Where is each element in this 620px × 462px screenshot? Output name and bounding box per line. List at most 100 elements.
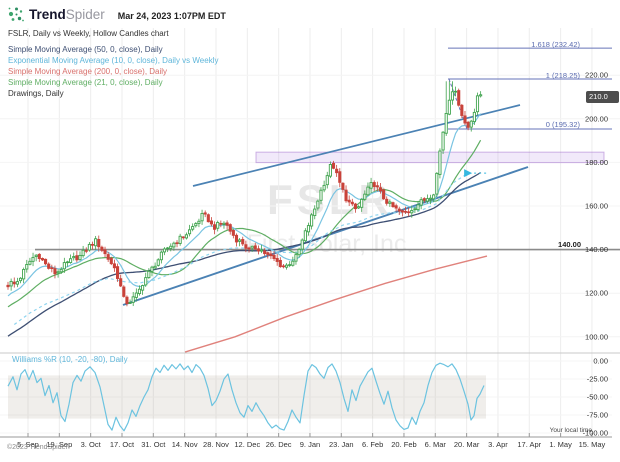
candle-body [267,253,269,255]
price-axis-label: 220.00 [585,71,608,80]
candle-body [383,190,385,199]
candle-body [123,287,125,296]
candle-body [339,172,341,183]
candle-body [461,105,463,115]
candle-body [145,278,147,285]
candle-body [26,264,28,269]
candle-body [336,169,338,172]
candle-body [226,223,228,225]
candle-body [276,258,278,261]
candle-body [320,190,322,200]
sma200-line [185,256,487,352]
wr-axis-label: -25.00 [587,375,608,384]
candle-body [364,194,366,199]
copyright: ©2023 TrendSpider [7,444,68,451]
fib-level-0-label: 0 (195.32) [546,120,580,129]
candle-body [167,248,169,249]
candle-body [408,212,410,213]
legend-sma21[interactable]: Simple Moving Average (21, 0, close), Da… [8,78,163,87]
trendspider-logo[interactable]: TrendSpider [29,7,105,22]
candle-body [376,186,378,187]
candle-body [411,210,413,212]
date-axis-label: 26. Dec [266,440,292,449]
candle-body [436,173,438,194]
candle-body [326,176,328,185]
wr-axis-label: 0.00 [593,357,608,366]
williams-r-legend[interactable]: Williams %R (10, -20, -80), Daily [12,355,128,364]
logo-spider: Spider [66,7,105,22]
candle-body [401,211,403,212]
candle-body [148,271,150,277]
candle-body [298,249,300,254]
legend-sma200[interactable]: Simple Moving Average (200, 0, close), D… [8,67,167,76]
candle-body [213,225,215,230]
candle-body [345,190,347,201]
candle-body [476,96,478,112]
candle-body [273,255,275,258]
candle-body [192,227,194,230]
candle-body [110,258,112,263]
candle-body [239,240,241,241]
candle-body [38,254,40,258]
candle-body [185,235,187,238]
legend-symbol[interactable]: FSLR, Daily vs Weekly, Hollow Candles ch… [8,29,169,38]
candle-body [329,164,331,176]
price-axis-label: 100.00 [585,332,608,341]
candle-body [120,279,122,286]
candle-body [173,243,175,247]
candle-body [51,268,53,269]
candle-body [251,246,253,248]
candle-body [379,188,381,191]
candle-body [217,222,219,228]
logo-trend: Trend [29,7,66,22]
candle-body [104,250,106,254]
candle-body [57,272,59,273]
candle-body [82,250,84,255]
price-axis-label: 180.00 [585,158,608,167]
candle-body [44,259,46,263]
date-axis-label: 23. Jan [329,440,354,449]
candle-body [357,207,359,208]
candle-body [195,224,197,226]
date-axis-label: 20. Mar [454,440,480,449]
wr-axis-label: -50.00 [587,393,608,402]
candle-body [223,223,225,224]
trendspider-logo-icon[interactable] [7,5,26,24]
candle-body [270,254,272,256]
candle-body [448,100,450,114]
candle-body [301,240,303,249]
candle-body [289,265,291,266]
date-axis-label: 3. Apr [488,440,508,449]
legend-sma50[interactable]: Simple Moving Average (50, 0, close), Da… [8,45,163,54]
candle-body [73,257,75,258]
candle-body [163,249,165,252]
candle-body [7,285,9,286]
candle-body [439,151,441,174]
candle-body [354,204,356,209]
candle-body [304,231,306,241]
candle-body [404,211,406,212]
price-axis-label: 200.00 [585,114,608,123]
candle-body [464,116,466,123]
candle-body [417,205,419,210]
candle-body [182,237,184,238]
channel-upper-trendline [193,105,520,186]
date-axis-label: 31. Oct [141,440,166,449]
candle-body [201,213,203,220]
candle-body [311,215,313,226]
legend-ema10[interactable]: Exponential Moving Average (10, 0, close… [8,56,218,65]
candle-body [426,199,428,201]
legend-drawings[interactable]: Drawings, Daily [8,89,64,98]
date-axis-label: 20. Feb [391,440,416,449]
candle-body [113,264,115,268]
projection-marker-icon [464,169,472,177]
candle-body [135,293,137,297]
candle-body [342,183,344,189]
candle-body [95,239,97,246]
candle-body [107,255,109,260]
candle-body [295,255,297,262]
candle-body [220,223,222,224]
candle-body [157,260,159,266]
candle-body [138,289,140,293]
date-axis-label: 17. Apr [517,440,541,449]
